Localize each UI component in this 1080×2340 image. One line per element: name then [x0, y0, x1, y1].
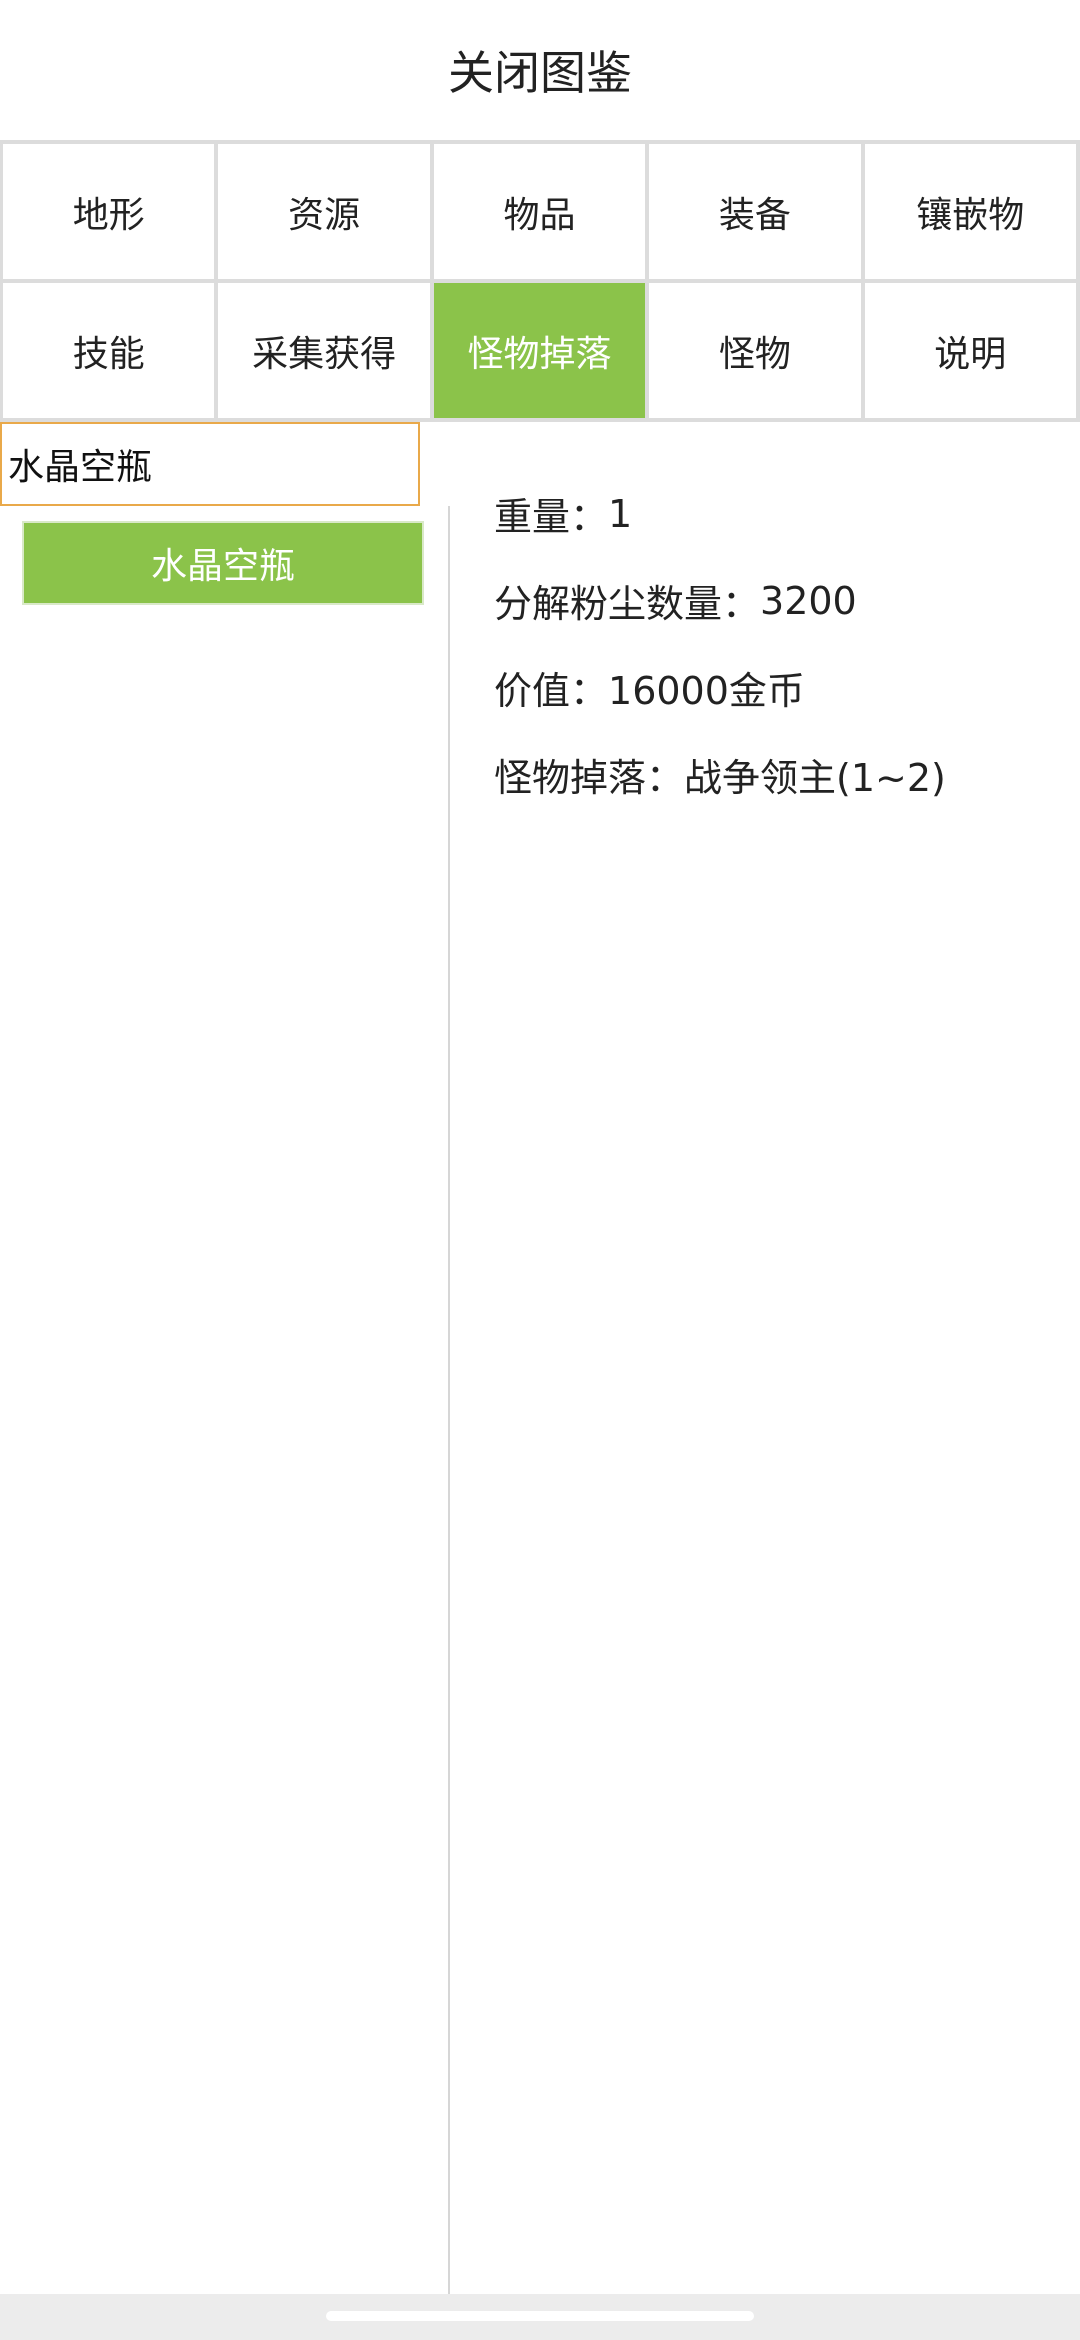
item-details: 重量1 分解粉尘数量3200 价值16000金币 怪物掉落战争领主(1~2) — [494, 470, 1054, 818]
detail-dust: 分解粉尘数量3200 — [494, 557, 1054, 644]
detail-price: 价值16000金币 — [494, 644, 1054, 731]
weight-value: 1 — [608, 491, 633, 536]
tab-gathering[interactable]: 采集获得 — [218, 283, 434, 422]
tab-equipment[interactable]: 装备 — [649, 144, 865, 283]
drop-label: 怪物掉落 — [494, 747, 684, 802]
dust-value: 3200 — [760, 578, 857, 623]
price-label: 价值 — [494, 660, 608, 715]
category-grid: 地形 资源 物品 装备 镶嵌物 技能 采集获得 怪物掉落 怪物 说明 — [0, 140, 1080, 422]
tab-monster-drops[interactable]: 怪物掉落 — [433, 283, 650, 422]
tab-instructions[interactable]: 说明 — [864, 283, 1080, 422]
drop-value: 战争领主(1~2) — [684, 756, 946, 800]
column-divider — [448, 506, 450, 2294]
encyclopedia-page: 关闭图鉴 地形 资源 物品 装备 镶嵌物 技能 采集获得 怪物掉落 怪物 说明 … — [0, 0, 1080, 2340]
close-encyclopedia-button[interactable]: 关闭图鉴 — [0, 0, 1080, 140]
tab-resources[interactable]: 资源 — [218, 144, 434, 283]
tab-monsters[interactable]: 怪物 — [649, 283, 865, 422]
home-indicator[interactable] — [326, 2311, 754, 2321]
detail-weight: 重量1 — [494, 470, 1054, 557]
price-value: 16000金币 — [608, 669, 805, 713]
close-encyclopedia-label: 关闭图鉴 — [448, 46, 632, 100]
result-item-crystal-bottle[interactable]: 水晶空瓶 — [22, 521, 424, 605]
tab-items[interactable]: 物品 — [433, 144, 650, 283]
dust-label: 分解粉尘数量 — [494, 573, 760, 628]
search-input[interactable] — [0, 422, 420, 506]
tab-skills[interactable]: 技能 — [3, 283, 219, 422]
detail-drop: 怪物掉落战争领主(1~2) — [494, 731, 1054, 818]
tab-inlays[interactable]: 镶嵌物 — [864, 144, 1080, 283]
tab-terrain[interactable]: 地形 — [3, 144, 219, 283]
weight-label: 重量 — [494, 486, 608, 541]
